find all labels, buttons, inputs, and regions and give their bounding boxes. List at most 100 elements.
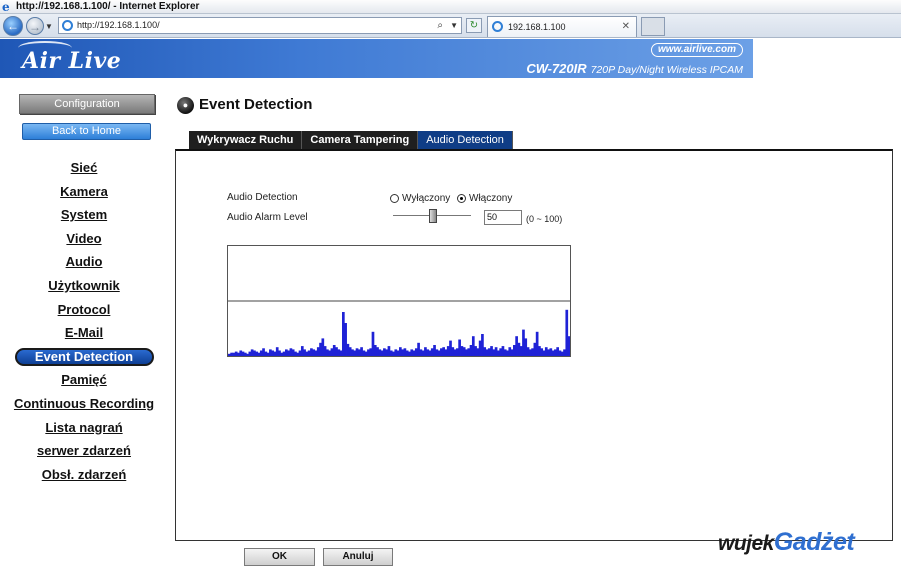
- audio-level-bar: [517, 342, 521, 356]
- audio-level-bar: [481, 334, 484, 356]
- audio-level-bar: [250, 349, 254, 356]
- sidebar-item-11[interactable]: Lista nagrań: [0, 420, 168, 444]
- browser-nav-bar: ← → ▼ http://192.168.1.100/ ⌕ ▼ ↻ 192.16…: [0, 14, 901, 38]
- audio-detection-label: Audio Detection: [227, 192, 298, 203]
- audio-level-bar: [237, 352, 240, 356]
- audio-level-bar: [335, 347, 338, 356]
- history-dropdown-icon[interactable]: ▼: [45, 22, 53, 31]
- audio-level-bar: [257, 352, 261, 356]
- radio-on[interactable]: [457, 194, 466, 203]
- sidebar-item-label: Protocol: [57, 301, 111, 317]
- radio-off[interactable]: [390, 194, 399, 203]
- back-icon[interactable]: ←: [3, 16, 23, 36]
- sidebar-item-7[interactable]: E-Mail: [0, 325, 168, 349]
- sidebar-item-12[interactable]: serwer zdarzeń: [0, 443, 168, 467]
- audio-level-bar: [458, 339, 461, 356]
- event-detection-icon: ●: [177, 97, 194, 114]
- alarm-level-slider-thumb[interactable]: [429, 209, 437, 223]
- audio-level-bar: [567, 336, 570, 356]
- browser-title: http://192.168.1.100/ - Internet Explore…: [16, 1, 200, 12]
- audio-level-bar: [446, 346, 450, 356]
- sidebar-item-8[interactable]: Event Detection: [0, 347, 168, 373]
- event-tabs: Wykrywacz Ruchu Camera Tampering Audio D…: [189, 131, 513, 149]
- audio-level-bar: [269, 349, 272, 356]
- tab-camera-tampering[interactable]: Camera Tampering: [302, 131, 419, 149]
- audio-level-bar: [435, 349, 439, 356]
- sidebar-item-label: System: [60, 207, 108, 223]
- audio-level-bar: [421, 350, 425, 356]
- audio-level-bar: [396, 350, 400, 356]
- audio-level-bar: [558, 350, 562, 356]
- audio-level-bar: [419, 349, 423, 356]
- configuration-button[interactable]: Configuration: [19, 94, 155, 114]
- back-to-home-button[interactable]: Back to Home: [22, 123, 151, 140]
- sidebar-item-1[interactable]: Kamera: [0, 184, 168, 208]
- audio-level-bar: [513, 345, 516, 356]
- audio-level-bar: [560, 351, 564, 356]
- audio-level-bar: [385, 349, 388, 356]
- audio-level-bar: [424, 347, 427, 356]
- audio-level-bar: [228, 353, 231, 356]
- audio-level-bar: [337, 349, 341, 356]
- audio-level-bar: [531, 348, 534, 356]
- refresh-icon[interactable]: ↻: [466, 18, 482, 33]
- audio-level-bar: [296, 352, 300, 356]
- radio-off-label: Wyłączony: [402, 193, 451, 204]
- sidebar-item-4[interactable]: Audio: [0, 254, 168, 278]
- audio-level-bar: [351, 349, 354, 356]
- sidebar-item-13[interactable]: Obsł. zdarzeń: [0, 467, 168, 491]
- audio-level-bar: [305, 351, 309, 356]
- audio-level-bar: [408, 351, 411, 356]
- watermark-part-1: wujek: [718, 532, 774, 555]
- audio-level-bar: [503, 349, 507, 356]
- audio-level-bar: [549, 348, 553, 356]
- audio-level-bar: [462, 347, 466, 356]
- forward-icon[interactable]: →: [26, 17, 44, 35]
- sidebar-item-0[interactable]: Sieć: [0, 160, 168, 184]
- audio-level-bar: [355, 348, 359, 356]
- address-bar[interactable]: http://192.168.1.100/ ⌕ ▼: [58, 17, 462, 34]
- alarm-level-input[interactable]: 50: [484, 210, 522, 225]
- address-text: http://192.168.1.100/: [77, 20, 160, 30]
- audio-level-bar: [417, 342, 420, 356]
- tab-motion-detection[interactable]: Wykrywacz Ruchu: [189, 131, 303, 149]
- sidebar-item-9[interactable]: Pamięć: [0, 372, 168, 396]
- audio-level-bar: [478, 340, 482, 356]
- sidebar-item-2[interactable]: System: [0, 207, 168, 231]
- address-dropdown-icon[interactable]: ▼: [450, 18, 458, 33]
- audio-level-bar: [282, 351, 286, 356]
- audio-level-bar: [339, 350, 343, 356]
- audio-level-bar: [380, 350, 384, 356]
- close-tab-icon[interactable]: ✕: [622, 17, 630, 37]
- browser-tab[interactable]: 192.168.1.100 ✕: [487, 16, 637, 37]
- sidebar-item-3[interactable]: Video: [0, 231, 168, 255]
- audio-level-bar: [544, 347, 548, 356]
- audio-level-bar: [471, 336, 475, 356]
- tab-audio-detection[interactable]: Audio Detection: [418, 131, 513, 149]
- sidebar-item-10[interactable]: Continuous Recording: [0, 396, 168, 420]
- sidebar-item-label: Użytkownik: [48, 277, 120, 293]
- new-tab-button[interactable]: [641, 17, 665, 36]
- audio-level-bar: [369, 348, 373, 356]
- audio-level-bar: [524, 338, 528, 356]
- model-description: 720P Day/Night Wireless IPCAM: [590, 64, 743, 76]
- audio-level-bar: [476, 348, 480, 356]
- sidebar-item-6[interactable]: Protocol: [0, 302, 168, 326]
- audio-level-bar: [278, 350, 281, 356]
- ok-button[interactable]: OK: [244, 548, 315, 566]
- audio-level-bar: [522, 329, 525, 356]
- audio-level-bar: [294, 351, 297, 356]
- sidebar-item-5[interactable]: Użytkownik: [0, 278, 168, 302]
- audio-level-bar: [234, 351, 238, 356]
- website-link[interactable]: www.airlive.com: [651, 43, 743, 57]
- sidebar-item-label: Audio: [65, 254, 103, 270]
- model-name: CW-720IR: [526, 61, 587, 76]
- audio-level-bar: [515, 336, 518, 356]
- audio-level-bar: [373, 345, 377, 356]
- audio-level-bar: [378, 349, 382, 356]
- audio-level-bar: [401, 349, 404, 356]
- search-icon[interactable]: ⌕: [437, 18, 443, 33]
- audio-level-bar: [280, 352, 284, 356]
- audio-level-bar: [314, 350, 318, 356]
- cancel-button[interactable]: Anuluj: [323, 548, 393, 566]
